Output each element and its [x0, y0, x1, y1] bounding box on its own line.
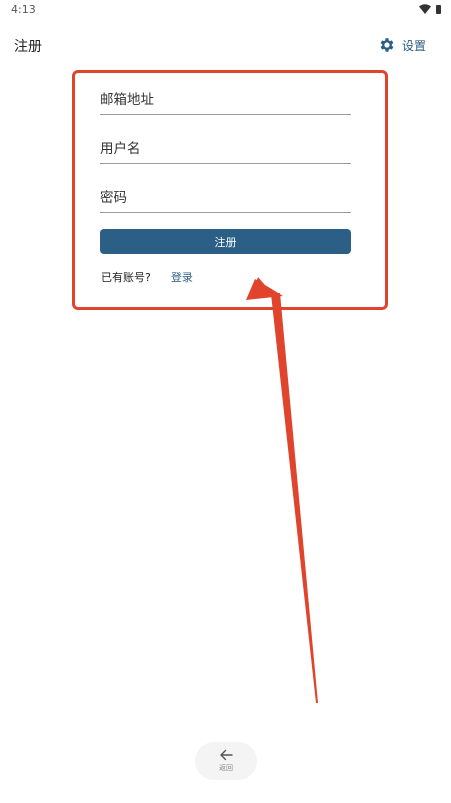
username-input[interactable] [100, 134, 351, 163]
back-label: 返回 [219, 764, 233, 772]
password-input[interactable] [100, 183, 351, 212]
email-input[interactable] [100, 85, 351, 114]
settings-label: 设置 [401, 38, 426, 53]
back-button[interactable]: 返回 [195, 742, 257, 780]
back-arrow-icon [220, 749, 233, 761]
have-account-text: 已有账号? [101, 271, 151, 284]
login-row: 已有账号? 登录 [101, 269, 193, 285]
email-field[interactable] [100, 85, 351, 115]
wifi-icon [419, 4, 431, 14]
username-field[interactable] [100, 134, 351, 164]
app-bar: 注册 设置 [0, 28, 451, 64]
status-icons [419, 4, 441, 14]
gear-icon [380, 38, 394, 52]
password-field[interactable] [100, 183, 351, 213]
register-button[interactable]: 注册 [100, 229, 351, 254]
login-link[interactable]: 登录 [171, 269, 193, 285]
settings-button[interactable]: 设置 [378, 33, 426, 57]
status-time: 4:13 [11, 3, 36, 16]
page-title: 注册 [14, 39, 42, 55]
status-bar: 4:13 [0, 0, 451, 22]
battery-icon [436, 4, 441, 14]
